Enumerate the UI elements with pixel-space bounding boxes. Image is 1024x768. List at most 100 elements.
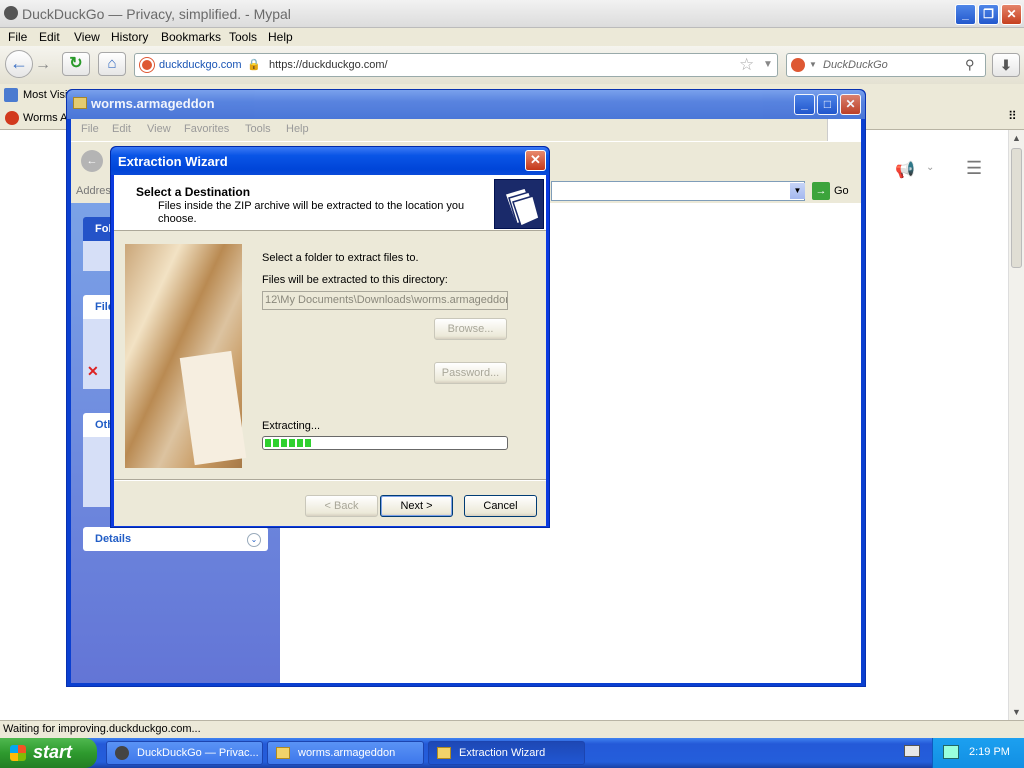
back-button[interactable]: < Back — [305, 495, 378, 517]
menu-view[interactable]: View — [74, 30, 100, 44]
network-icon[interactable] — [943, 745, 959, 759]
zip-folder-icon — [73, 97, 87, 109]
task-browser-label: DuckDuckGo — Privac... — [137, 747, 259, 759]
downloads-icon[interactable]: ⬇ — [992, 53, 1020, 77]
panel-details[interactable]: Details — [83, 527, 268, 551]
home-icon[interactable]: ⌂ — [98, 52, 126, 76]
forward-arrow-icon[interactable]: → — [35, 56, 53, 74]
directory-field[interactable]: 12\My Documents\Downloads\worms.armagedd… — [262, 291, 508, 310]
task-explorer-label: worms.armageddon — [298, 747, 396, 759]
browser-title: DuckDuckGo — Privacy, simplified. - Mypa… — [22, 6, 291, 22]
browser-menubar: File Edit View History Bookmarks Tools H… — [0, 28, 1024, 46]
lock-icon: 🔒 — [247, 59, 261, 71]
url-text: https://duckduckgo.com/ — [269, 59, 388, 71]
go-button-label[interactable]: Go — [834, 185, 849, 197]
menu-edit[interactable]: Edit — [39, 30, 60, 44]
address-dropdown-icon[interactable]: ▼ — [790, 183, 805, 199]
task-wizard[interactable]: Extraction Wizard — [428, 741, 585, 765]
extraction-progress-bar — [262, 436, 508, 450]
bookmark-folder-icon — [4, 88, 18, 102]
wizard-close-button[interactable]: ✕ — [525, 150, 546, 171]
chevron-down-icon[interactable]: ⌄ — [926, 162, 934, 173]
explorer-menu-file[interactable]: File — [81, 123, 99, 135]
explorer-minimize-button[interactable]: _ — [794, 94, 815, 115]
tab-favicon-icon — [5, 111, 19, 125]
search-engine-dropdown-icon: ▼ — [809, 60, 817, 69]
wizard-titlebar: Extraction Wizard — [111, 147, 549, 175]
windows-flag-icon — [10, 745, 26, 761]
minimize-button[interactable]: _ — [955, 4, 976, 25]
delete-icon[interactable]: ✕ — [87, 363, 99, 380]
explorer-menu-edit[interactable]: Edit — [112, 123, 131, 135]
scroll-up-icon[interactable]: ▲ — [1009, 130, 1024, 146]
bookmark-most-visited[interactable]: Most Visi — [23, 89, 67, 101]
search-bar[interactable]: ▼ DuckDuckGo ⚲ — [786, 53, 986, 77]
status-text: Waiting for improving.duckduckgo.com... — [3, 723, 201, 735]
status-bar: Waiting for improving.duckduckgo.com... — [0, 720, 1024, 738]
wizard-body: Select a Destination Files inside the ZI… — [114, 175, 546, 526]
url-dropdown-icon[interactable]: ▼ — [763, 59, 773, 70]
close-button[interactable]: ✕ — [1001, 4, 1022, 25]
address-input[interactable] — [551, 181, 805, 201]
tab-worms[interactable]: Worms A — [23, 112, 67, 124]
search-icon[interactable]: ⚲ — [965, 57, 975, 73]
explorer-menu-help[interactable]: Help — [286, 123, 309, 135]
go-arrow-icon[interactable]: → — [812, 182, 830, 200]
browser-scrollbar[interactable]: ▲ ▼ — [1008, 130, 1024, 720]
search-placeholder: DuckDuckGo — [823, 59, 888, 71]
task-wizard-icon — [437, 747, 451, 759]
start-button[interactable]: start — [0, 738, 97, 768]
explorer-menu-view[interactable]: View — [147, 123, 171, 135]
menu-tools[interactable]: Tools — [229, 30, 257, 44]
task-browser[interactable]: DuckDuckGo — Privac... — [106, 741, 263, 765]
task-explorer[interactable]: worms.armageddon — [267, 741, 424, 765]
windows-logo-icon — [827, 119, 861, 141]
bookmark-star-icon[interactable]: ☆ — [739, 55, 754, 75]
explorer-close-button[interactable]: ✕ — [840, 94, 861, 115]
scroll-down-icon[interactable]: ▼ — [1009, 704, 1024, 720]
progress-fill — [265, 439, 313, 447]
tab-list-icon[interactable]: ⠿ — [1008, 109, 1017, 123]
extracting-label: Extracting... — [262, 420, 321, 432]
folders-icon — [494, 179, 544, 229]
clock[interactable]: 2:19 PM — [969, 746, 1010, 758]
maximize-button[interactable]: ❐ — [978, 4, 999, 25]
cancel-button[interactable]: Cancel — [464, 495, 537, 517]
wizard-header: Select a Destination Files inside the ZI… — [114, 175, 546, 231]
wizard-header-title: Select a Destination — [136, 185, 251, 199]
keyboard-icon[interactable] — [904, 745, 920, 757]
next-button[interactable]: Next > — [380, 495, 453, 517]
task-browser-icon — [115, 746, 129, 760]
start-label: start — [33, 742, 73, 762]
hamburger-menu-icon[interactable]: ☰ — [966, 158, 982, 179]
wizard-title: Extraction Wizard — [118, 154, 228, 169]
task-explorer-icon — [276, 747, 290, 759]
reload-icon[interactable]: ↻ — [62, 52, 90, 76]
explorer-menubar: File Edit View Favorites Tools Help — [71, 119, 861, 141]
wizard-side-image — [125, 244, 247, 468]
url-bar[interactable]: duckduckgo.com 🔒 https://duckduckgo.com/… — [134, 53, 778, 77]
browse-button[interactable]: Browse... — [434, 318, 507, 340]
menu-help[interactable]: Help — [268, 30, 293, 44]
explorer-title: worms.armageddon — [91, 96, 215, 111]
menu-history[interactable]: History — [111, 30, 148, 44]
browser-titlebar: DuckDuckGo — Privacy, simplified. - Mypa… — [0, 0, 1024, 28]
search-engine-icon[interactable] — [791, 58, 805, 72]
password-button[interactable]: Password... — [434, 362, 507, 384]
back-arrow-icon[interactable]: ← — [5, 50, 33, 78]
explorer-titlebar: worms.armageddon _ □ ✕ — [67, 90, 865, 119]
scroll-thumb[interactable] — [1011, 148, 1022, 268]
wizard-separator — [114, 479, 546, 481]
explorer-menu-favorites[interactable]: Favorites — [184, 123, 229, 135]
directory-value: 12\My Documents\Downloads\worms.armagedd… — [265, 294, 508, 306]
explorer-menu-tools[interactable]: Tools — [245, 123, 271, 135]
address-label: Addres — [76, 185, 111, 197]
browser-app-icon — [4, 6, 18, 20]
menu-file[interactable]: File — [8, 30, 27, 44]
explorer-back-icon[interactable]: ← — [81, 150, 103, 172]
directory-label: Files will be extracted to this director… — [262, 274, 448, 286]
megaphone-icon[interactable]: 📢 — [895, 160, 915, 180]
details-expand-icon[interactable]: ⌄ — [247, 533, 261, 547]
explorer-maximize-button[interactable]: □ — [817, 94, 838, 115]
menu-bookmarks[interactable]: Bookmarks — [161, 30, 221, 44]
